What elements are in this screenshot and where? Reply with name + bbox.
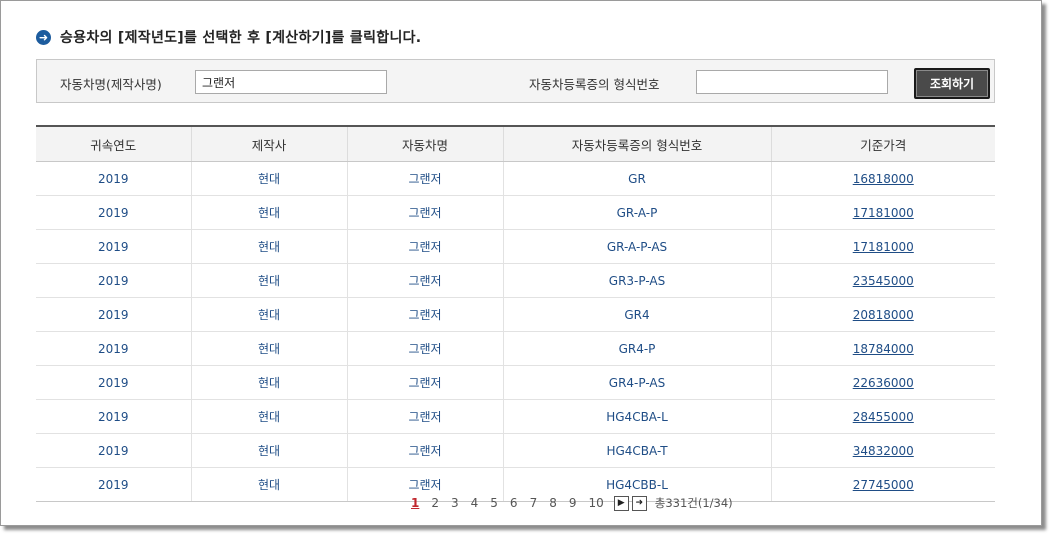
search-button[interactable]: 조회하기	[914, 68, 990, 99]
cell-base-price: 27745000	[770, 467, 995, 502]
cell-year: 2019	[36, 365, 191, 400]
next-page-icon[interactable]: ▶	[613, 495, 629, 511]
price-link[interactable]: 22636000	[853, 376, 914, 390]
table-row: 2019 현대 그랜저 GR4-P 18784000	[36, 331, 995, 366]
type-number-input[interactable]	[696, 70, 888, 94]
price-link[interactable]: 18784000	[853, 342, 914, 356]
car-name-input[interactable]	[195, 70, 387, 94]
cell-car-name: 그랜저	[346, 195, 503, 230]
total-count: 총331건(1/34)	[654, 496, 733, 510]
page-link-7[interactable]: 7	[530, 496, 538, 510]
cell-car-name: 그랜저	[346, 297, 503, 332]
cell-car-name: 그랜저	[346, 399, 503, 434]
page-link-9[interactable]: 9	[569, 496, 577, 510]
cell-base-price: 18784000	[770, 331, 995, 366]
price-link[interactable]: 20818000	[853, 308, 914, 322]
cell-type-number: GR4-P	[502, 331, 771, 366]
table-row: 2019 현대 그랜저 HG4CBA-L 28455000	[36, 399, 995, 434]
price-link[interactable]: 16818000	[853, 172, 914, 186]
cell-type-number: HG4CBA-L	[502, 399, 771, 434]
arrow-right-circle-icon: ➜	[36, 29, 51, 45]
cell-year: 2019	[36, 297, 191, 332]
header-type-number: 자동차등록증의 형식번호	[502, 125, 771, 162]
cell-maker: 현대	[190, 331, 347, 366]
page-link-2[interactable]: 2	[431, 496, 439, 510]
pagination: 1 2 3 4 5 6 7 8 9 10 ▶ ➜ 총331건(1/34)	[405, 493, 733, 513]
cell-year: 2019	[36, 195, 191, 230]
page-link-5[interactable]: 5	[490, 496, 498, 510]
header-car-name: 자동차명	[346, 125, 503, 162]
page-link-8[interactable]: 8	[549, 496, 557, 510]
page-link-1[interactable]: 1	[411, 496, 419, 510]
price-link[interactable]: 23545000	[853, 274, 914, 288]
cell-base-price: 22636000	[770, 365, 995, 400]
type-number-label: 자동차등록증의 형식번호	[529, 77, 660, 92]
cell-base-price: 23545000	[770, 263, 995, 298]
cell-car-name: 그랜저	[346, 331, 503, 366]
results-table: 귀속연도 제작사 자동차명 자동차등록증의 형식번호 기준가격 2019 현대 그랜…	[36, 125, 995, 502]
cell-base-price: 17181000	[770, 229, 995, 264]
cell-base-price: 17181000	[770, 195, 995, 230]
cell-car-name: 그랜저	[346, 433, 503, 468]
cell-base-price: 16818000	[770, 161, 995, 196]
cell-car-name: 그랜저	[346, 229, 503, 264]
cell-type-number: GR-A-P	[502, 195, 771, 230]
cell-car-name: 그랜저	[346, 161, 503, 196]
car-name-label: 자동차명(제작사명)	[60, 77, 162, 92]
search-panel: 자동차명(제작사명) 자동차등록증의 형식번호 조회하기	[36, 59, 995, 103]
cell-car-name: 그랜저	[346, 263, 503, 298]
instruction-title: 승용차의 [제작년도]를 선택한 후 [계산하기]를 클릭합니다.	[60, 30, 422, 46]
table-row: 2019 현대 그랜저 GR3-P-AS 23545000	[36, 263, 995, 298]
cell-type-number: GR4-P-AS	[502, 365, 771, 400]
cell-maker: 현대	[190, 365, 347, 400]
cell-year: 2019	[36, 399, 191, 434]
page-link-10[interactable]: 10	[588, 496, 603, 510]
cell-maker: 현대	[190, 161, 347, 196]
cell-base-price: 20818000	[770, 297, 995, 332]
table-row: 2019 현대 그랜저 GR4 20818000	[36, 297, 995, 332]
cell-maker: 현대	[190, 467, 347, 502]
cell-maker: 현대	[190, 229, 347, 264]
cell-year: 2019	[36, 433, 191, 468]
cell-car-name: 그랜저	[346, 365, 503, 400]
cell-maker: 현대	[190, 195, 347, 230]
price-link[interactable]: 34832000	[853, 444, 914, 458]
header-year: 귀속연도	[36, 125, 191, 162]
table-header-row: 귀속연도 제작사 자동차명 자동차등록증의 형식번호 기준가격	[36, 125, 995, 162]
cell-maker: 현대	[190, 433, 347, 468]
cell-type-number: GR3-P-AS	[502, 263, 771, 298]
cell-year: 2019	[36, 229, 191, 264]
cell-base-price: 34832000	[770, 433, 995, 468]
cell-year: 2019	[36, 331, 191, 366]
page-link-3[interactable]: 3	[451, 496, 459, 510]
table-row: 2019 현대 그랜저 GR-A-P-AS 17181000	[36, 229, 995, 264]
cell-year: 2019	[36, 263, 191, 298]
table-row: 2019 현대 그랜저 GR4-P-AS 22636000	[36, 365, 995, 400]
header-maker: 제작사	[190, 125, 347, 162]
cell-type-number: GR4	[502, 297, 771, 332]
price-link[interactable]: 17181000	[853, 240, 914, 254]
cell-maker: 현대	[190, 297, 347, 332]
window-frame: ➜ 승용차의 [제작년도]를 선택한 후 [계산하기]를 클릭합니다. 자동차명…	[0, 0, 1042, 526]
price-link[interactable]: 17181000	[853, 206, 914, 220]
price-link[interactable]: 27745000	[853, 478, 914, 492]
cell-maker: 현대	[190, 399, 347, 434]
page-link-6[interactable]: 6	[510, 496, 518, 510]
cell-type-number: GR-A-P-AS	[502, 229, 771, 264]
table-row: 2019 현대 그랜저 GR-A-P 17181000	[36, 195, 995, 230]
header-base-price: 기준가격	[770, 125, 995, 162]
price-link[interactable]: 28455000	[853, 410, 914, 424]
page-link-4[interactable]: 4	[471, 496, 479, 510]
cell-base-price: 28455000	[770, 399, 995, 434]
instruction-row: ➜ 승용차의 [제작년도]를 선택한 후 [계산하기]를 클릭합니다.	[36, 27, 421, 47]
table-row: 2019 현대 그랜저 GR 16818000	[36, 161, 995, 196]
cell-type-number: GR	[502, 161, 771, 196]
last-page-icon[interactable]: ➜	[631, 495, 647, 511]
cell-maker: 현대	[190, 263, 347, 298]
cell-year: 2019	[36, 467, 191, 502]
cell-year: 2019	[36, 161, 191, 196]
cell-type-number: HG4CBA-T	[502, 433, 771, 468]
table-row: 2019 현대 그랜저 HG4CBA-T 34832000	[36, 433, 995, 468]
